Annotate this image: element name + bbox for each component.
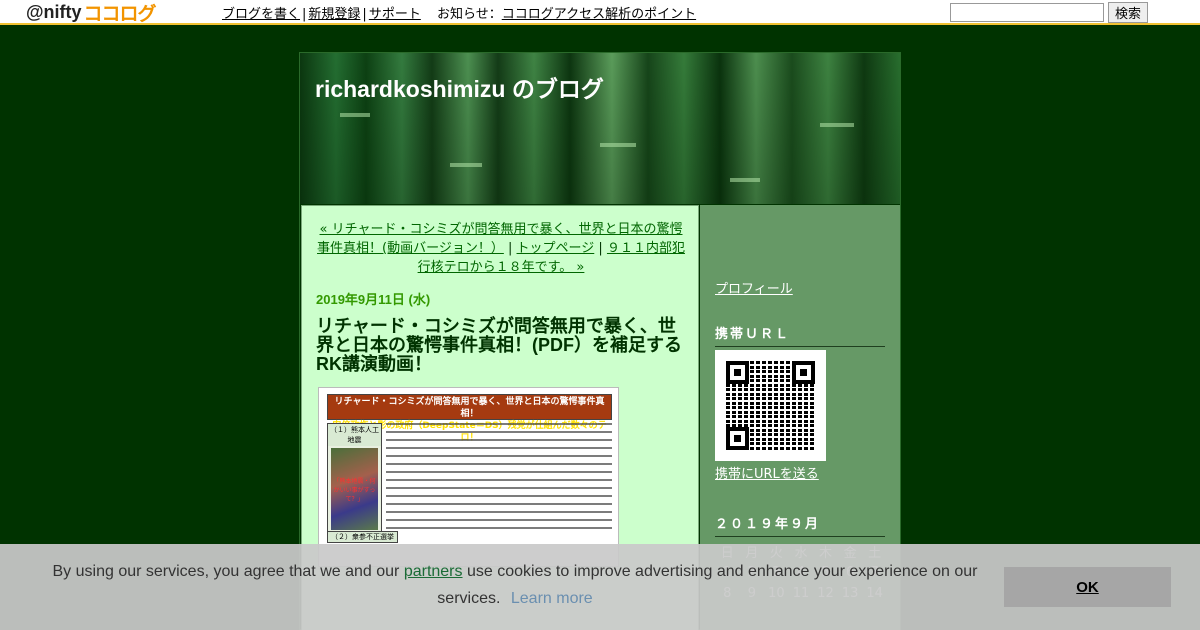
post-flyer-image[interactable]: リチャード・コシミズが問答無用で暴く、世界と日本の驚愕事件真相！ 安倍政権と影の… <box>318 387 619 567</box>
write-blog-link[interactable]: ブログを書く <box>222 7 300 22</box>
flyer-body-text <box>386 423 612 535</box>
post-title: リチャード・コシミズが問答無用で暴く、世界と日本の驚愕事件真相！(PDF）を補足… <box>316 316 682 374</box>
blog-banner: richardkoshimizu のブログ <box>300 53 900 204</box>
mobile-url-heading: 携帯ＵＲＬ <box>715 323 885 347</box>
flyer-photo-caption: 「熊本地震・何かいい事がすって？」 <box>333 478 376 503</box>
flyer-section-tag: （２）衆参不正選挙 <box>327 531 398 543</box>
bamboo-node <box>450 163 482 167</box>
nav-separator: | <box>302 7 307 22</box>
bamboo-node <box>340 113 370 117</box>
flyer-section-tag: （１）熊本人工地震 <box>328 424 381 446</box>
top-page-link[interactable]: トップページ <box>517 241 595 256</box>
search-button[interactable]: 検索 <box>1108 2 1148 23</box>
cookie-ok-button[interactable]: OK <box>1004 567 1171 607</box>
flyer-heading-line-1: リチャード・コシミズが問答無用で暴く、世界と日本の驚愕事件真相！ <box>334 397 605 419</box>
top-bar: @nifty ココログ ブログを書く | 新規登録 | サポート お知らせ：ココログアク… <box>0 0 1200 25</box>
nifty-cocolog-logo[interactable]: @nifty ココログ <box>26 1 157 25</box>
search-input[interactable] <box>950 3 1104 22</box>
send-url-to-mobile-link[interactable]: 携帯にURLを送る <box>715 463 819 482</box>
cookie-text-before: By using our services, you agree that we… <box>52 563 404 580</box>
logo-nifty-text: @nifty <box>26 1 82 22</box>
learn-more-link[interactable]: Learn more <box>511 590 593 607</box>
bamboo-node <box>730 178 760 182</box>
news-link[interactable]: ココログアクセス解析のポイント <box>502 7 696 22</box>
qr-code-icon <box>715 350 826 461</box>
partners-link[interactable]: partners <box>404 563 463 580</box>
cookie-message: By using our services, you agree that we… <box>40 558 990 612</box>
post-navigation: « リチャード・コシミズが問答無用で暴く、世界と日本の驚愕事件真相！(動画バージ… <box>316 220 686 277</box>
blog-title[interactable]: richardkoshimizu のブログ <box>315 70 604 104</box>
flyer-photo: 「熊本地震・何かいい事がすって？」 <box>331 448 378 530</box>
top-nav: ブログを書く | 新規登録 | サポート お知らせ：ココログアクセス解析のポイント <box>222 3 696 22</box>
support-link[interactable]: サポート <box>369 7 421 22</box>
register-link[interactable]: 新規登録 <box>308 7 360 22</box>
bamboo-node <box>820 123 854 127</box>
qr-finder <box>792 361 815 384</box>
calendar-heading: ２０１９年９月 <box>715 513 885 537</box>
profile-link[interactable]: プロフィール <box>715 278 793 297</box>
nav-separator: | <box>598 241 603 256</box>
cookie-consent-banner: By using our services, you agree that we… <box>0 544 1200 630</box>
nav-separator: | <box>507 241 513 256</box>
news-colon: ： <box>488 7 502 22</box>
qr-finder <box>726 361 749 384</box>
qr-finder <box>726 427 749 450</box>
nav-separator: | <box>362 7 367 22</box>
flyer-side-panel: （１）熊本人工地震 「熊本地震・何かいい事がすって？」 <box>327 423 382 543</box>
flyer-heading: リチャード・コシミズが問答無用で暴く、世界と日本の驚愕事件真相！ 安倍政権と影の… <box>327 394 612 443</box>
post-date: 2019年9月11日 (水) <box>316 292 431 307</box>
bamboo-node <box>600 143 636 147</box>
logo-cocolog-text: ココログ <box>83 3 157 25</box>
news-label: お知らせ <box>436 7 489 22</box>
